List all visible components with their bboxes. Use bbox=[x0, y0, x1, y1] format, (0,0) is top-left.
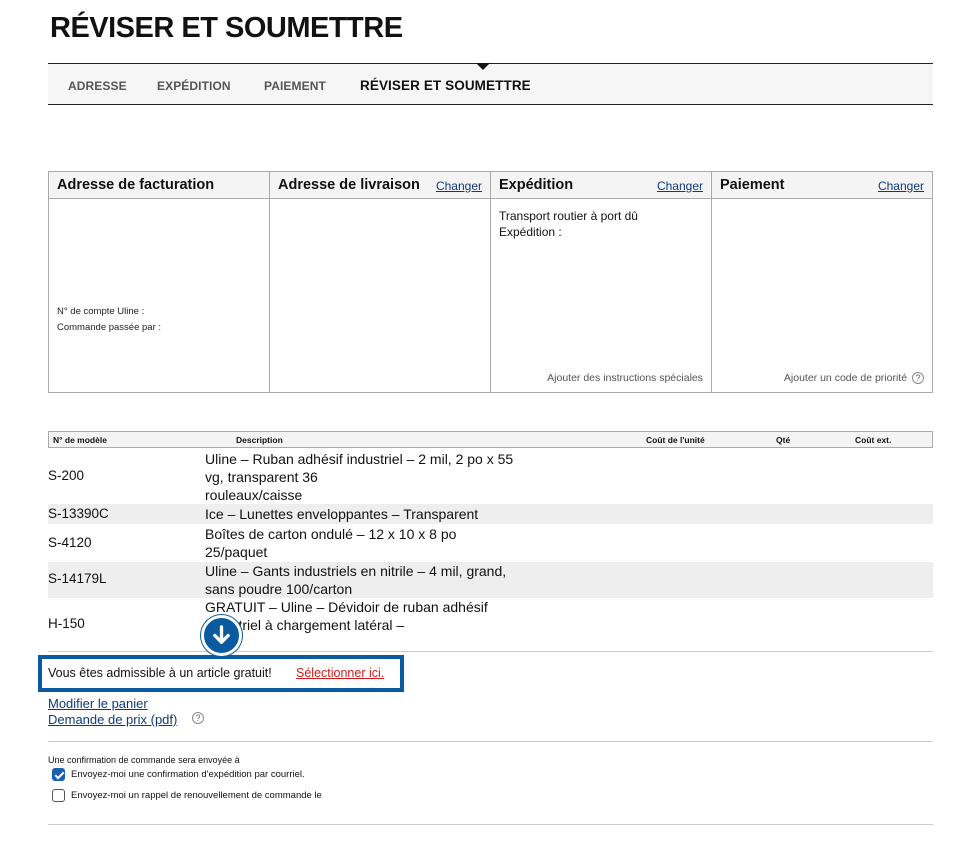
quote-pdf-link[interactable]: Demande de prix (pdf) bbox=[48, 712, 177, 727]
priority-code-label: Ajouter un code de priorité bbox=[783, 371, 908, 384]
change-shipping-address-link[interactable]: Changer bbox=[436, 179, 482, 193]
item-model: S-14179L bbox=[48, 571, 107, 586]
col-ext-cost: Coût ext. bbox=[855, 435, 892, 445]
divider bbox=[48, 741, 933, 742]
renewal-checkbox[interactable] bbox=[52, 789, 65, 802]
select-free-item-link[interactable]: Sélectionner ici. bbox=[296, 666, 384, 680]
payment-column: Paiement Changer Ajouter un code de prio… bbox=[712, 172, 932, 392]
ordered-by-label: Commande passée par : bbox=[57, 322, 162, 333]
account-number-label: N° de compte Uline : bbox=[57, 306, 145, 317]
item-description-line: industriel à chargement latéral – bbox=[205, 617, 405, 633]
change-shipping-method-link[interactable]: Changer bbox=[657, 179, 703, 193]
help-icon[interactable]: ? bbox=[912, 372, 924, 384]
checkout-steps: ADRESSE EXPÉDITION PAIEMENT RÉVISER ET S… bbox=[48, 63, 933, 105]
ship-email-checkbox[interactable] bbox=[52, 768, 65, 781]
special-instructions-link[interactable]: Ajouter des instructions spéciales bbox=[547, 372, 703, 384]
billing-address-column: Adresse de facturation N° de compte Ulin… bbox=[49, 172, 270, 392]
table-row: H-150 GRATUIT – Uline – Dévidoir de ruba… bbox=[48, 598, 933, 650]
billing-address-title: Adresse de facturation bbox=[57, 177, 215, 193]
item-description-line: GRATUIT – Uline – Dévidoir de ruban adhé… bbox=[205, 599, 488, 615]
ship-email-label: Envoyez-moi une confirmation d'expéditio… bbox=[71, 769, 305, 780]
ship-email-option[interactable]: Envoyez-moi une confirmation d'expéditio… bbox=[52, 768, 305, 781]
table-row: S-13390C Ice – Lunettes enveloppantes – … bbox=[48, 504, 933, 524]
table-row: S-200 Uline – Ruban adhésif industriel –… bbox=[48, 450, 933, 504]
shipping-address-title: Adresse de livraison bbox=[278, 177, 420, 193]
item-description-line: 25/paquet bbox=[205, 544, 268, 560]
col-unit-cost: Coût de l'unité bbox=[646, 435, 705, 445]
step-address[interactable]: ADRESSE bbox=[68, 79, 127, 93]
shipping-label: Expédition : bbox=[499, 225, 562, 239]
step-shipping[interactable]: EXPÉDITION bbox=[157, 79, 231, 93]
change-payment-link[interactable]: Changer bbox=[878, 179, 924, 193]
page-title: RÉVISER ET SOUMETTRE bbox=[50, 12, 403, 44]
step-review-submit: RÉVISER ET SOUMETTRE bbox=[360, 78, 531, 93]
modify-cart-link[interactable]: Modifier le panier bbox=[48, 696, 148, 711]
active-step-caret-icon bbox=[476, 63, 490, 70]
quote-pdf-label: Demande de prix (pdf) bbox=[48, 712, 178, 727]
col-qty: Qté bbox=[776, 435, 791, 445]
table-row: S-4120 Boîtes de carton ondulé – 12 x 10… bbox=[48, 524, 933, 562]
item-description-line: Ice – Lunettes enveloppantes – Transpare… bbox=[205, 506, 479, 522]
renewal-label: Envoyez-moi un rappel de renouvellement … bbox=[71, 790, 322, 801]
shipping-method-column: Expédition Changer Transport routier à p… bbox=[491, 172, 712, 392]
shipping-address-column: Adresse de livraison Changer bbox=[270, 172, 491, 392]
item-description-line: sans poudre 100/carton bbox=[205, 581, 353, 597]
col-description: Description bbox=[236, 435, 283, 445]
item-model: H-150 bbox=[48, 616, 85, 631]
arrow-down-icon bbox=[201, 615, 242, 656]
order-summary-panel: Adresse de facturation N° de compte Ulin… bbox=[48, 171, 933, 393]
item-model: S-13390C bbox=[48, 506, 109, 521]
item-description-line: Uline – Gants industriels en nitrile – 4… bbox=[205, 563, 507, 579]
item-description-line: vg, transparent 36 bbox=[205, 469, 318, 485]
items-table-header: N° de modèle Description Coût de l'unité… bbox=[48, 431, 933, 448]
confirmation-note: Une confirmation de commande sera envoyé… bbox=[48, 755, 240, 765]
item-description-line: Uline – Ruban adhésif industriel – 2 mil… bbox=[205, 451, 514, 467]
table-row: S-14179L Uline – Gants industriels en ni… bbox=[48, 562, 933, 598]
item-description-line: rouleaux/caisse bbox=[205, 487, 303, 503]
shipping-method-value: Transport routier à port dû bbox=[499, 209, 638, 223]
item-model: S-4120 bbox=[48, 535, 92, 550]
free-item-banner: Vous êtes admissible à un article gratui… bbox=[38, 655, 404, 692]
priority-code-link[interactable]: Ajouter un code de priorité ? bbox=[784, 372, 924, 384]
divider bbox=[48, 824, 933, 825]
free-item-message: Vous êtes admissible à un article gratui… bbox=[48, 666, 272, 680]
payment-title: Paiement bbox=[720, 177, 785, 193]
item-description-line: Boîtes de carton ondulé – 12 x 10 x 8 po bbox=[205, 526, 457, 542]
divider bbox=[48, 651, 933, 652]
renewal-option[interactable]: Envoyez-moi un rappel de renouvellement … bbox=[52, 789, 322, 802]
shipping-method-title: Expédition bbox=[499, 177, 574, 193]
item-model: S-200 bbox=[48, 468, 85, 483]
help-icon[interactable]: ? bbox=[192, 712, 204, 724]
col-model: N° de modèle bbox=[53, 435, 107, 445]
step-payment[interactable]: PAIEMENT bbox=[264, 79, 326, 93]
